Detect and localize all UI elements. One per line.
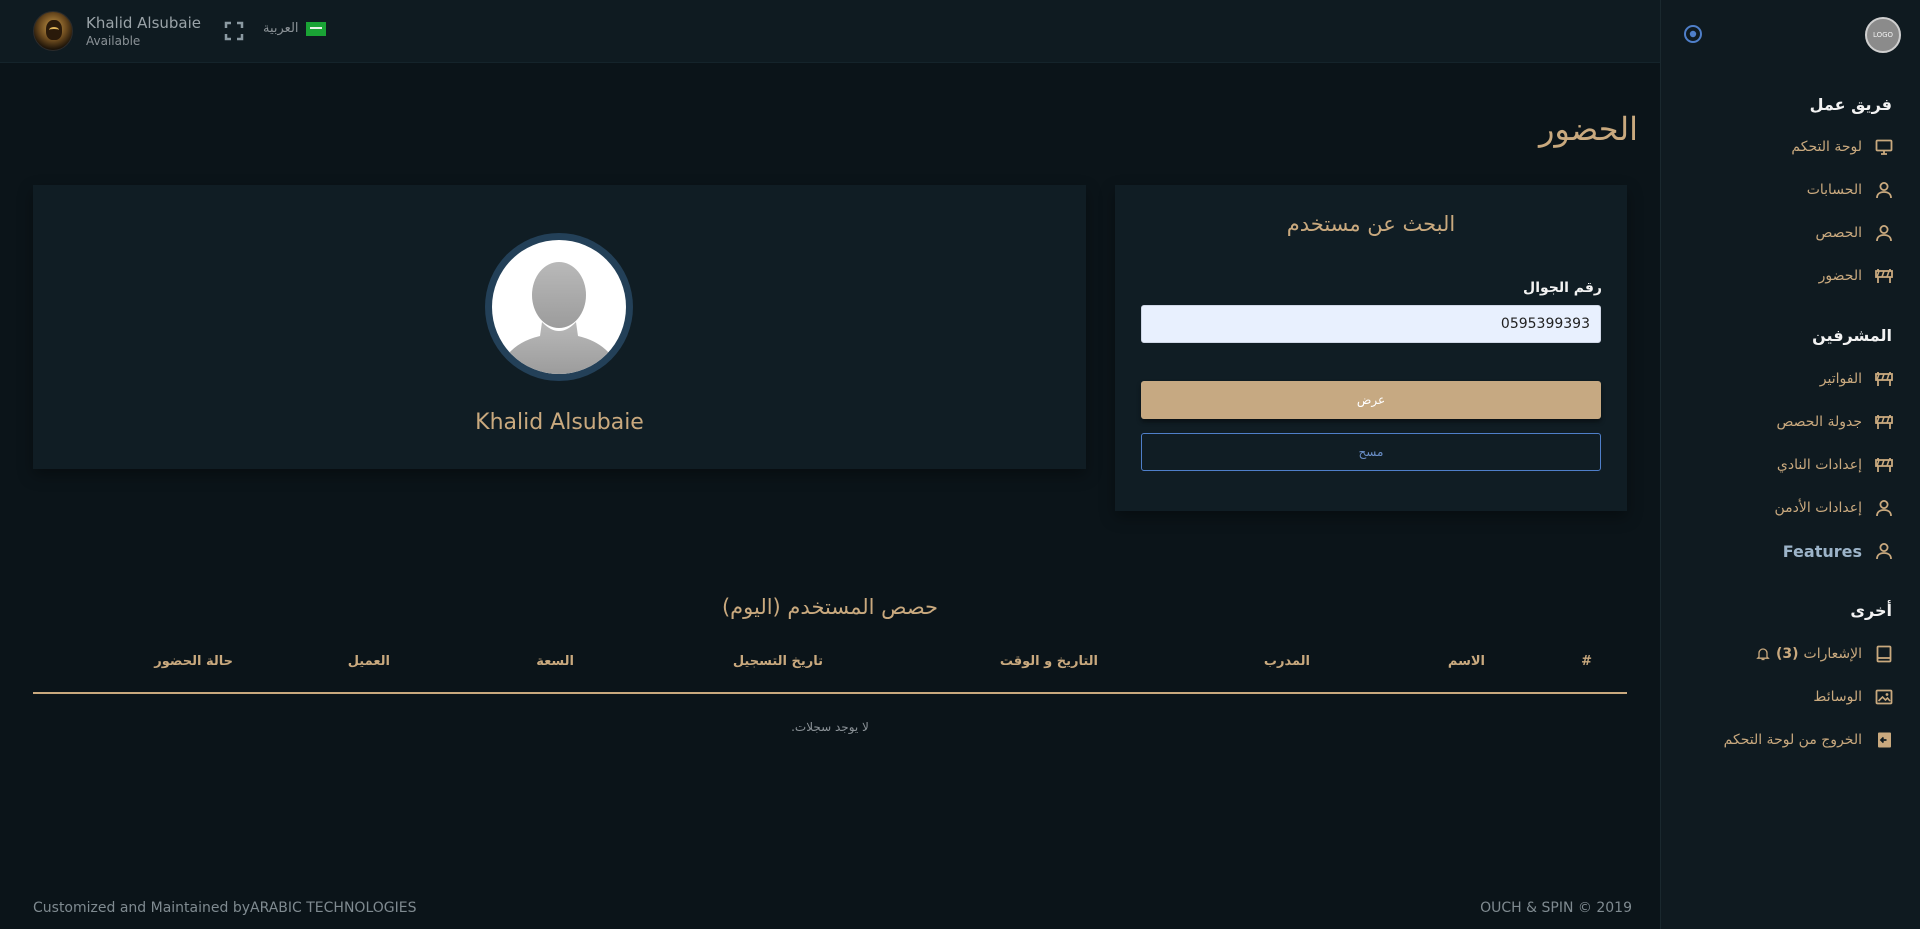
footer-copyright: OUCH & SPIN © 2019	[1480, 900, 1632, 916]
phone-label: رقم الجوال	[1523, 280, 1602, 296]
phone-input[interactable]	[1141, 305, 1601, 343]
column-header: الاسم	[1447, 654, 1485, 669]
user-name: Khalid Alsubaie	[86, 13, 202, 32]
sessions-table-header: # الاسم المدرب التاريخ و الوقت تاريخ الت…	[33, 648, 1627, 694]
user-icon	[1876, 182, 1892, 199]
sidebar-item-media[interactable]: الوسائط	[1813, 682, 1894, 712]
column-header: العميل	[347, 654, 390, 669]
footer-credit: Customized and Maintained byARABIC TECHN…	[33, 900, 417, 916]
section-team: فريق عمل	[1809, 95, 1892, 114]
language-switcher[interactable]: العربية	[263, 21, 326, 36]
column-header: السعة	[536, 654, 574, 669]
sidebar-item-label: الخروج من لوحة التحكم	[1723, 732, 1862, 748]
sidebar-item-label: الإشعارات	[1803, 646, 1862, 662]
road-barrier-icon	[1875, 269, 1893, 283]
sidebar-item-dashboard[interactable]: لوحة التحكم	[1791, 132, 1894, 162]
section-supervisors: المشرفين	[1812, 326, 1892, 345]
show-button[interactable]: عرض	[1141, 381, 1601, 419]
profile-card: Khalid Alsubaie	[33, 185, 1086, 469]
clear-button[interactable]: مسح	[1141, 433, 1601, 471]
logo[interactable]: LOGO	[1865, 17, 1901, 53]
sidebar-item-notifications[interactable]: الإشعارات (3)	[1756, 639, 1894, 669]
sidebar-item-schedule[interactable]: جدولة الحصص	[1777, 407, 1894, 437]
sidebar-item-attendance[interactable]: الحضور	[1819, 261, 1894, 291]
language-label: العربية	[263, 21, 299, 36]
column-header: #	[1581, 654, 1592, 669]
section-other: أخرى	[1850, 601, 1892, 620]
search-title: البحث عن مستخدم	[1286, 212, 1456, 236]
image-icon	[1875, 689, 1893, 705]
sidebar-item-label: جدولة الحصص	[1776, 414, 1862, 430]
profile-name: Khalid Alsubaie	[475, 410, 644, 435]
sidebar-item-club-settings[interactable]: إعدادات النادي	[1777, 450, 1894, 480]
sidebar-item-sessions[interactable]: الحصص	[1816, 218, 1894, 248]
sidebar-item-label: إعدادات الأدمن	[1774, 500, 1863, 516]
sidebar-item-label: الحسابات	[1806, 182, 1862, 198]
sessions-title: حصص المستخدم (اليوم)	[721, 595, 939, 619]
user-icon	[1876, 543, 1892, 560]
user-icon	[1876, 500, 1892, 517]
sidebar: LOGO فريق عمل لوحة التحكم الحسابات الحصص…	[1660, 0, 1920, 929]
fullscreen-icon[interactable]	[224, 21, 244, 41]
column-header: المدرب	[1263, 654, 1310, 669]
saudi-flag-icon	[305, 21, 326, 36]
sidebar-item-label: الفواتير	[1819, 371, 1862, 387]
top-header: Khalid Alsubaie Available العربية	[0, 0, 1660, 63]
sidebar-item-label: لوحة التحكم	[1791, 139, 1862, 155]
book-icon	[1876, 645, 1892, 663]
column-header: التاريخ و الوقت	[999, 654, 1098, 669]
user-menu[interactable]: Khalid Alsubaie Available	[33, 11, 201, 51]
road-barrier-icon	[1875, 415, 1893, 429]
sidebar-item-label: الوسائط	[1813, 689, 1862, 705]
sidebar-item-invoices[interactable]: الفواتير	[1820, 364, 1894, 394]
road-barrier-icon	[1875, 372, 1893, 386]
column-header: تاريخ التسجيل	[732, 654, 823, 669]
sidebar-item-label: الحصص	[1815, 225, 1862, 241]
user-info: Khalid Alsubaie Available	[86, 13, 202, 48]
profile-avatar	[485, 233, 633, 381]
sidebar-item-label: Features	[1782, 541, 1862, 561]
empty-table-message: لا يوجد سجلات.	[791, 720, 869, 734]
notification-count: (3)	[1775, 646, 1799, 662]
sidebar-item-label: إعدادات النادي	[1776, 457, 1862, 473]
user-status: Available	[86, 33, 141, 48]
monitor-icon	[1875, 139, 1893, 155]
sidebar-item-accounts[interactable]: الحسابات	[1807, 175, 1894, 205]
sidebar-item-admin-settings[interactable]: إعدادات الأدمن	[1775, 493, 1895, 523]
sidebar-item-label: الحضور	[1818, 268, 1862, 284]
page-title: الحضور	[1538, 110, 1638, 148]
sidebar-item-features[interactable]: Features	[1783, 536, 1894, 566]
default-avatar-icon	[492, 240, 626, 374]
user-icon	[1876, 225, 1892, 242]
sidebar-item-logout[interactable]: الخروج من لوحة التحكم	[1724, 725, 1894, 755]
logout-icon	[1878, 732, 1891, 748]
target-icon[interactable]	[1683, 24, 1703, 44]
bell-icon	[1756, 648, 1770, 661]
road-barrier-icon	[1875, 458, 1893, 472]
user-avatar[interactable]	[33, 11, 73, 51]
user-search-card: البحث عن مستخدم رقم الجوال عرض مسح	[1115, 185, 1627, 511]
column-header: حالة الحضور	[154, 654, 233, 669]
